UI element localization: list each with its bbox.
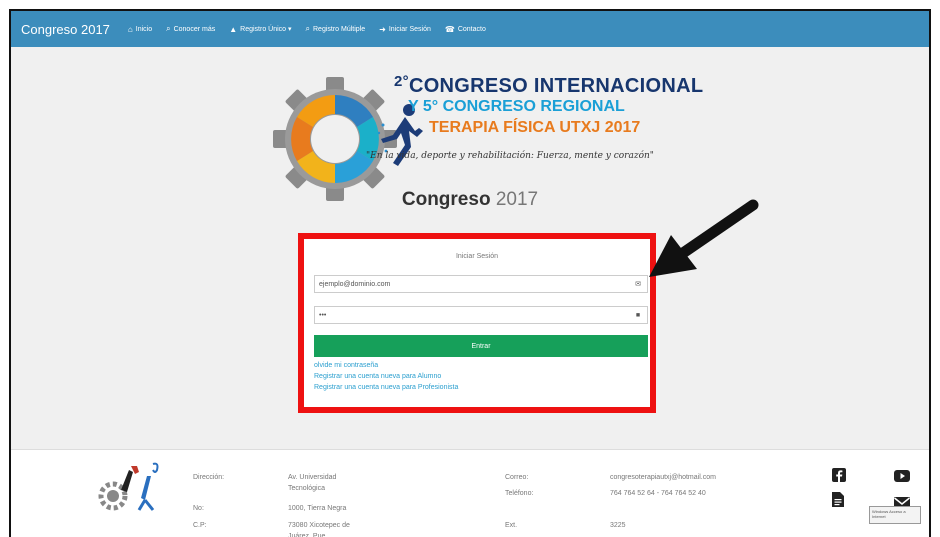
nav-label: Inicio [135, 25, 153, 33]
physiotherapy-logo [98, 462, 159, 511]
postal-code-label: C.P: [193, 522, 207, 529]
nav-label: Registro Múltiple [313, 25, 366, 33]
hero-section: 2°CONGRESO INTERNACIONAL Y 5° CONGRESO R… [11, 47, 929, 447]
number-label: No: [193, 505, 204, 512]
browser-viewport: Congreso 2017 ⌂ Inicio ⌕ Conocer más ▲ Regi… [9, 9, 931, 537]
facebook-icon[interactable] [832, 468, 846, 485]
address-value: Av. Universidad Tecnológica [288, 474, 337, 492]
email-label: Correo: [505, 474, 529, 481]
page-title: Congreso 2017 [401, 189, 539, 210]
extension-value: 3225 [610, 522, 626, 529]
search-icon: ⌕ [166, 24, 171, 33]
youtube-icon[interactable] [894, 469, 910, 485]
address-label: Dirección: [193, 474, 225, 481]
phone-icon: ☎ [444, 24, 455, 34]
search-icon: ⌕ [305, 24, 310, 33]
email-value[interactable]: congresoterapiautxj@hotmail.com [610, 472, 770, 483]
extension-label: Ext. [505, 522, 518, 529]
email-placeholder: ejemplo@dominio.com [319, 280, 391, 288]
nav-item-contacto[interactable]: ☎ Contacto [445, 25, 486, 34]
pointer-arrow-icon [649, 199, 759, 277]
login-title: Iniciar Sesión [455, 253, 499, 260]
submit-button[interactable]: Entrar [314, 335, 648, 357]
windows-network-badge: Windows Acceso a Internet [869, 506, 921, 524]
nav-item-registro-unico[interactable]: ▲ Registro Único ▾ [229, 25, 291, 34]
login-form: Iniciar Sesión ejemplo@dominio.com ✉ •••… [298, 233, 656, 413]
nav-label: Conocer más [173, 25, 216, 33]
banner-title-line3: TERAPIA FÍSICA UTXJ 2017 [429, 119, 641, 136]
postal-code-value: 73080 Xicotepec de Juárez, Pue. [288, 522, 350, 537]
banner-title-line1: 2°CONGRESO INTERNACIONAL [394, 73, 704, 97]
user-icon: ▲ [229, 24, 238, 34]
banner-title-line2: Y 5° CONGRESO REGIONAL [408, 98, 625, 115]
document-icon[interactable] [832, 492, 844, 510]
nav-item-iniciar-sesion[interactable]: ➜ Iniciar Sesión [379, 25, 431, 34]
forgot-password-link[interactable]: olvide mi contraseña [314, 362, 378, 369]
nav-label: Contacto [457, 25, 486, 33]
footer: Dirección: Av. Universidad Tecnológica N… [11, 449, 929, 537]
nav-item-inicio[interactable]: ⌂ Inicio [128, 25, 152, 34]
navbar: Congreso 2017 ⌂ Inicio ⌕ Conocer más ▲ Regi… [11, 11, 929, 47]
register-student-link[interactable]: Registrar una cuenta nueva para Alumno [314, 373, 441, 380]
nav-item-conocer-mas[interactable]: ⌕ Conocer más [166, 24, 215, 34]
sign-in-icon: ➜ [379, 24, 386, 34]
nav-item-registro-multiple[interactable]: ⌕ Registro Múltiple [306, 24, 366, 34]
nav-label: Registro Único ▾ [240, 26, 292, 33]
password-value: ••• [319, 311, 327, 319]
number-value: 1000, Tierra Negra [288, 505, 347, 512]
lock-icon: ■ [635, 311, 641, 319]
navbar-brand[interactable]: Congreso 2017 [11, 22, 128, 37]
email-field[interactable]: ejemplo@dominio.com ✉ [314, 275, 648, 293]
nav-label: Iniciar Sesión [388, 25, 431, 33]
phone-label: Teléfono: [505, 490, 534, 497]
register-professional-link[interactable]: Registrar una cuenta nueva para Profesio… [314, 384, 458, 391]
home-icon: ⌂ [127, 24, 133, 34]
phone-value: 764 764 52 64 - 764 764 52 40 [610, 490, 706, 497]
password-field[interactable]: ••• ■ [314, 306, 648, 324]
banner-motto: "En la vida, deporte y rehabilitación: F… [366, 151, 654, 161]
